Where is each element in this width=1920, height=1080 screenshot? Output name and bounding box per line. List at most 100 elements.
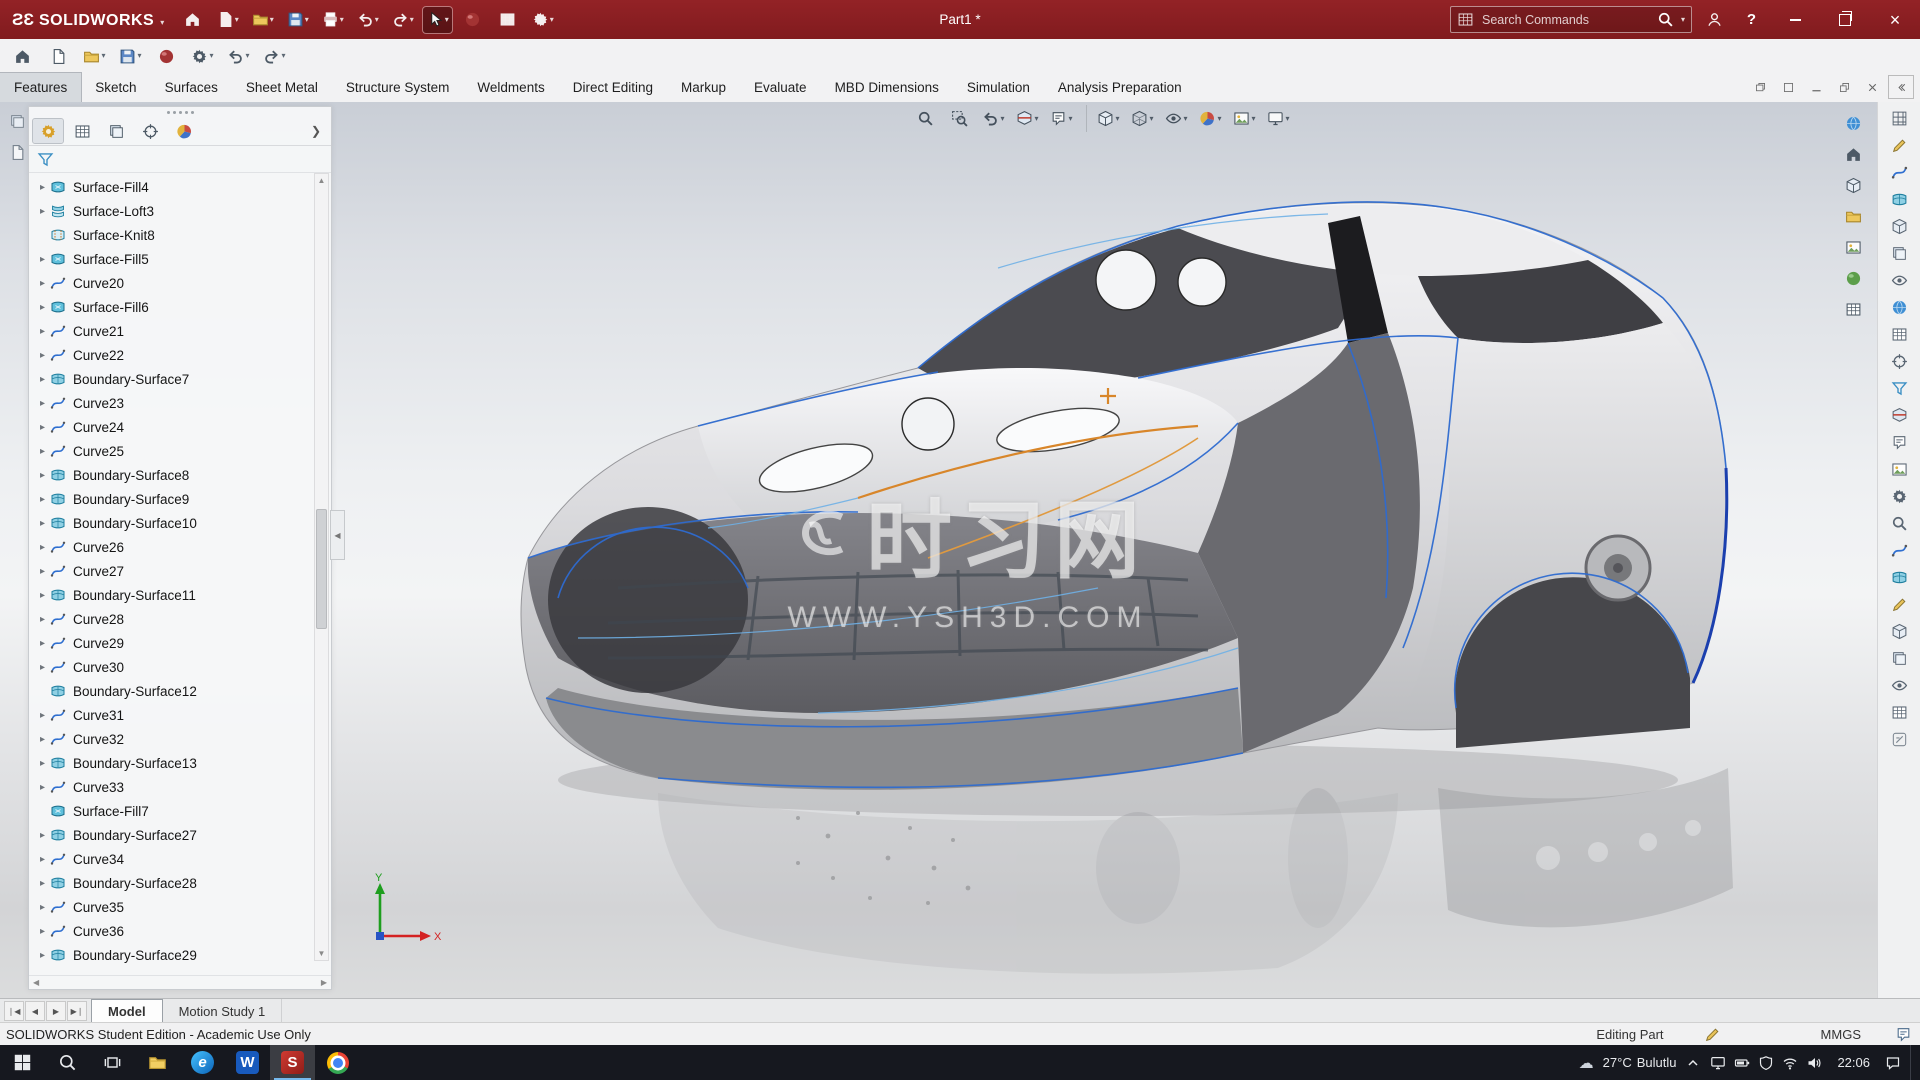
tree-item-curve23[interactable]: ▸ Curve23 [29, 391, 331, 415]
weather-cloud-icon[interactable]: ☁ [1579, 1054, 1594, 1072]
open-document-button[interactable]: ▾ [248, 7, 277, 33]
tree-item-curve20[interactable]: ▸ Curve20 [29, 271, 331, 295]
select-tool-button[interactable]: ▾ [422, 5, 454, 34]
clock[interactable]: 22:06 [1837, 1055, 1870, 1070]
scroll-right-icon[interactable]: ▶ [321, 978, 327, 987]
annotation-note-icon[interactable] [1704, 1026, 1721, 1043]
maximize-window-button[interactable] [1776, 76, 1800, 98]
section-view-button[interactable]: ▾ [1013, 105, 1042, 132]
ribbon-tab-mbd-dimensions[interactable]: MBD Dimensions [821, 73, 953, 102]
tree-item-boundary-surface12[interactable]: Boundary-Surface12 [29, 679, 331, 703]
display-style-button[interactable]: ▾ [1128, 105, 1157, 132]
ribbon-tab-sheet-metal[interactable]: Sheet Metal [232, 73, 332, 102]
toolbar-button[interactable] [1885, 160, 1913, 184]
ribbon-tab-simulation[interactable]: Simulation [953, 73, 1044, 102]
task-pane-toggle-button[interactable] [1888, 75, 1914, 99]
toolbar-button[interactable] [1885, 673, 1913, 697]
scroll-left-icon[interactable]: ◀ [33, 978, 39, 987]
tree-item-curve35[interactable]: ▸ Curve35 [29, 895, 331, 919]
tray-volume-icon[interactable] [1806, 1055, 1822, 1071]
expand-arrow-icon[interactable]: ▸ [35, 326, 50, 337]
toolbar-button[interactable] [1885, 349, 1913, 373]
word-button[interactable]: W [225, 1045, 270, 1080]
tree-item-curve34[interactable]: ▸ Curve34 [29, 847, 331, 871]
weather-condition[interactable]: Bulutlu [1637, 1055, 1677, 1070]
tree-item-boundary-surface27[interactable]: ▸ Boundary-Surface27 [29, 823, 331, 847]
panel-expand-chevron-icon[interactable]: ❯ [311, 124, 327, 138]
expand-arrow-icon[interactable]: ▸ [35, 710, 50, 721]
solidworks-button[interactable]: S [270, 1045, 315, 1080]
toolbar-button[interactable] [1885, 457, 1913, 481]
scene-button[interactable] [1839, 265, 1868, 291]
new-document-button[interactable]: ▾ [213, 7, 242, 33]
expand-arrow-icon[interactable]: ▸ [35, 734, 50, 745]
home-button[interactable] [8, 43, 37, 69]
unit-system-selector[interactable]: MMGS [1821, 1027, 1861, 1042]
toolbar-button[interactable] [1885, 214, 1913, 238]
toolbar-button[interactable] [1885, 619, 1913, 643]
tree-item-curve31[interactable]: ▸ Curve31 [29, 703, 331, 727]
expand-arrow-icon[interactable]: ▸ [35, 470, 50, 481]
rebuild-button[interactable] [458, 7, 487, 33]
expand-arrow-icon[interactable]: ▸ [35, 518, 50, 529]
configurationmanager-tab[interactable] [101, 119, 131, 143]
print-button[interactable]: ▾ [318, 7, 347, 33]
search-button[interactable] [45, 1045, 90, 1080]
scroll-up-icon[interactable]: ▲ [318, 176, 326, 185]
tray-monitor-icon[interactable] [1710, 1055, 1726, 1071]
tree-item-curve33[interactable]: ▸ Curve33 [29, 775, 331, 799]
new-document-button[interactable] [44, 43, 73, 69]
tree-item-surface-fill5[interactable]: ▸ Surface-Fill5 [29, 247, 331, 271]
tree-item-boundary-surface7[interactable]: ▸ Boundary-Surface7 [29, 367, 331, 391]
undo-button[interactable]: ▾ [353, 7, 382, 33]
toolbar-button[interactable] [1885, 268, 1913, 292]
search-input[interactable] [1480, 11, 1651, 28]
expand-arrow-icon[interactable]: ▸ [35, 494, 50, 505]
tree-item-boundary-surface10[interactable]: ▸ Boundary-Surface10 [29, 511, 331, 535]
edge-button[interactable]: e [180, 1045, 225, 1080]
scroll-down-icon[interactable]: ▼ [318, 949, 326, 958]
featuremanager-design-tree-tab[interactable] [32, 118, 64, 144]
save-button[interactable]: ▾ [283, 7, 312, 33]
expand-arrow-icon[interactable]: ▸ [35, 206, 50, 217]
expand-arrow-icon[interactable]: ▸ [35, 254, 50, 265]
options-button[interactable]: ▾ [188, 43, 217, 69]
next-tab-button[interactable]: ▶ [46, 1001, 66, 1021]
previous-tab-button[interactable]: ◀ [25, 1001, 45, 1021]
expand-arrow-icon[interactable]: ▸ [35, 614, 50, 625]
expand-arrow-icon[interactable]: ▸ [35, 590, 50, 601]
tree-item-boundary-surface11[interactable]: ▸ Boundary-Surface11 [29, 583, 331, 607]
toolbar-button[interactable] [1885, 295, 1913, 319]
open-document-button[interactable]: ▾ [80, 43, 109, 69]
help-button[interactable]: ? [1737, 7, 1766, 33]
restore-button[interactable] [1824, 0, 1866, 39]
toolbar-button[interactable] [1885, 565, 1913, 589]
tree-item-surface-loft3[interactable]: ▸ Surface-Loft3 [29, 199, 331, 223]
tree-item-curve26[interactable]: ▸ Curve26 [29, 535, 331, 559]
tree-item-boundary-surface8[interactable]: ▸ Boundary-Surface8 [29, 463, 331, 487]
tree-item-boundary-surface13[interactable]: ▸ Boundary-Surface13 [29, 751, 331, 775]
tree-item-surface-fill4[interactable]: ▸ Surface-Fill4 [29, 175, 331, 199]
expand-arrow-icon[interactable]: ▸ [35, 374, 50, 385]
view-orientation-button[interactable]: ▾ [1086, 105, 1123, 132]
toolbar-button[interactable] [1885, 538, 1913, 562]
notification-center-icon[interactable] [1885, 1055, 1901, 1071]
expand-arrow-icon[interactable]: ▸ [35, 350, 50, 361]
home-view-button[interactable] [1839, 141, 1868, 167]
zoom-to-area-button[interactable] [945, 105, 974, 132]
expand-arrow-icon[interactable]: ▸ [35, 566, 50, 577]
expand-arrow-icon[interactable]: ▸ [35, 422, 50, 433]
hidden-icons-chevron[interactable] [1685, 1055, 1701, 1071]
zoom-to-fit-button[interactable] [911, 105, 940, 132]
isometric-view-button[interactable] [1839, 172, 1868, 198]
tree-item-curve30[interactable]: ▸ Curve30 [29, 655, 331, 679]
close-button[interactable]: × [1874, 0, 1916, 39]
expand-arrow-icon[interactable]: ▸ [35, 662, 50, 673]
scrollbar-thumb[interactable] [316, 509, 327, 629]
previous-view-button[interactable]: ▾ [979, 105, 1008, 132]
ribbon-tab-surfaces[interactable]: Surfaces [151, 73, 232, 102]
expand-arrow-icon[interactable]: ▸ [35, 398, 50, 409]
tag-icon[interactable] [1895, 1026, 1912, 1043]
expand-arrow-icon[interactable]: ▸ [35, 830, 50, 841]
tree-item-curve36[interactable]: ▸ Curve36 [29, 919, 331, 943]
